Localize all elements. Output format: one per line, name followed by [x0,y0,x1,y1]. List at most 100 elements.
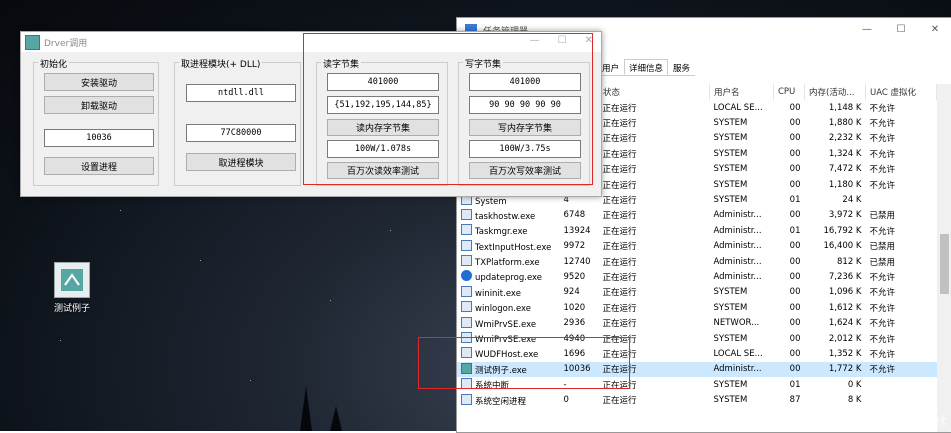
set-process-button[interactable]: 设置进程 [44,157,154,175]
process-memory-cell: 1,772 K [804,361,866,378]
process-uac-cell [866,192,937,207]
process-id-field[interactable]: 10036 [44,129,154,147]
process-status-cell: 正在运行 [602,180,637,191]
process-memory-cell: 1,096 K [828,287,862,298]
process-uac-cell: 不允许 [869,349,896,360]
group-init-label: 初始化 [38,57,70,70]
process-user-cell: SYSTEM [713,179,748,190]
process-cpu-cell: 00 [789,271,801,282]
task-manager-tabs: 用户 详细信息 服务 [597,59,696,76]
column-header-memory[interactable]: 内存(活动... [804,84,866,100]
process-memory-cell: 16,792 K [823,225,862,236]
install-driver-button[interactable]: 安装驱动 [44,73,154,91]
process-cpu-cell: 00 [773,361,805,378]
process-memory-cell: 0 K [847,379,862,390]
column-header-username[interactable]: 用户名 [709,84,774,100]
group-get-module: 取进程模块(+ DLL) ntdll.dll 77C80000 取进程模块 [174,57,301,186]
table-row[interactable]: Taskmgr.exe 13924 正在运行 Administr... 01 16,792… [457,223,937,238]
process-memory-cell: 2,012 K [828,333,862,344]
column-header-status[interactable]: 状态 [598,84,710,100]
process-cpu-cell: 00 [789,333,801,344]
process-name-text: winlogon.exe [475,304,532,315]
tab-services[interactable]: 服务 [668,59,695,75]
process-pid-cell: 12740 [563,256,591,267]
process-cpu-cell: 01 [789,195,801,206]
process-name-text: TextInputHost.exe [475,242,552,253]
process-memory-cell: 812 K [837,256,862,267]
table-row[interactable]: TXPlatform.exe 12740 正在运行 Administr... 00 812… [457,254,937,269]
process-user-cell: Administr... [709,361,774,378]
process-cpu-cell: 00 [789,287,801,298]
module-address-field[interactable]: 77C80000 [186,124,296,142]
process-user-cell: LOCAL SE... [713,348,763,359]
process-user-cell: Administr... [713,210,762,221]
get-module-button[interactable]: 取进程模块 [186,153,296,171]
process-icon [461,239,472,251]
process-pid-cell: 924 [563,287,580,298]
process-memory-cell: 1,624 K [828,318,862,329]
process-name-text: System [475,196,507,207]
process-cpu-cell: 00 [789,348,801,359]
process-cpu-cell: 00 [789,102,801,113]
process-memory-cell: 24 K [842,195,862,206]
process-cpu-cell: 00 [789,118,801,129]
process-cpu-cell: 00 [789,210,801,221]
process-pid-cell: 9520 [563,271,586,282]
process-uac-cell: 不允许 [869,288,896,299]
process-cpu-cell: 87 [789,395,801,406]
table-row[interactable]: updateprog.exe 9520 正在运行 Administr... 00 7,23… [457,269,937,284]
process-uac-cell: 不允许 [869,149,896,160]
column-header-cpu[interactable]: CPU [773,84,805,100]
process-uac-cell: 不允许 [869,303,896,314]
app-icon [25,34,40,50]
process-uac-cell: 不允许 [869,180,896,191]
process-user-cell: SYSTEM [713,395,748,406]
process-cpu-cell: 00 [789,256,801,267]
process-memory-cell: 1,324 K [828,148,862,159]
process-name-text: TXPlatform.exe [475,258,540,269]
process-uac-cell: 已禁用 [869,242,896,253]
tab-details[interactable]: 详细信息 [624,59,669,75]
process-uac-cell: 已禁用 [869,257,896,268]
vertical-scrollbar[interactable] [937,84,951,432]
process-memory-cell: 16,400 K [823,241,862,252]
process-status-cell: 正在运行 [602,149,637,160]
process-user-cell: SYSTEM [713,333,748,344]
process-status-cell: 正在运行 [602,165,637,176]
process-status-cell: 正在运行 [602,396,637,407]
process-icon [461,270,472,282]
table-row[interactable]: WmiPrvSE.exe 2936 正在运行 NETWOR... 00 1,624 K 不允… [457,315,937,330]
process-memory-cell: 3,972 K [828,210,862,221]
process-name-cell: winlogon.exe [457,300,560,315]
process-status-cell: 正在运行 [602,242,637,253]
process-memory-cell: 2,232 K [828,133,862,144]
column-header-uac[interactable]: UAC 虚拟化 [865,84,937,100]
process-uac-cell: 已禁用 [869,211,896,222]
process-pid-cell: 0 [563,395,569,406]
process-status-cell: 正在运行 [602,196,637,207]
uninstall-driver-button[interactable]: 卸载驱动 [44,96,154,114]
table-row[interactable]: TextInputHost.exe 9972 正在运行 Administr... 00 1… [457,239,937,254]
table-row[interactable]: winlogon.exe 1020 正在运行 SYSTEM 00 1,612 K 不允许 [457,300,937,315]
process-name-cell: TXPlatform.exe [457,254,560,269]
process-user-cell: SYSTEM [713,133,748,144]
process-uac-cell: 不允许 [865,361,937,378]
close-button[interactable]: ✕ [918,18,951,40]
maximize-button[interactable]: ☐ [884,18,918,40]
table-row[interactable]: wininit.exe 924 正在运行 SYSTEM 00 1,096 K 不允许 [457,285,937,300]
process-icon [461,316,472,328]
process-status-cell: 正在运行 [602,103,637,114]
table-row[interactable]: taskhostw.exe 6748 正在运行 Administr... 00 3,972… [457,208,937,223]
process-status-cell: 正在运行 [602,272,637,283]
process-cpu-cell: 01 [789,379,801,390]
process-user-cell: Administr... [713,225,762,236]
process-uac-cell: 不允许 [869,119,896,130]
desktop-shortcut-test-app[interactable]: 测试例子 [48,262,96,314]
process-user-cell: SYSTEM [713,164,748,175]
minimize-button[interactable]: — [850,18,884,40]
module-name-field[interactable]: ntdll.dll [186,84,296,102]
scrollbar-thumb[interactable] [940,234,949,294]
process-name-cell: wininit.exe [457,285,560,300]
process-icon [461,255,472,267]
table-row[interactable]: 系统空闲进程 0 正在运行 SYSTEM 87 8 K [457,392,937,407]
